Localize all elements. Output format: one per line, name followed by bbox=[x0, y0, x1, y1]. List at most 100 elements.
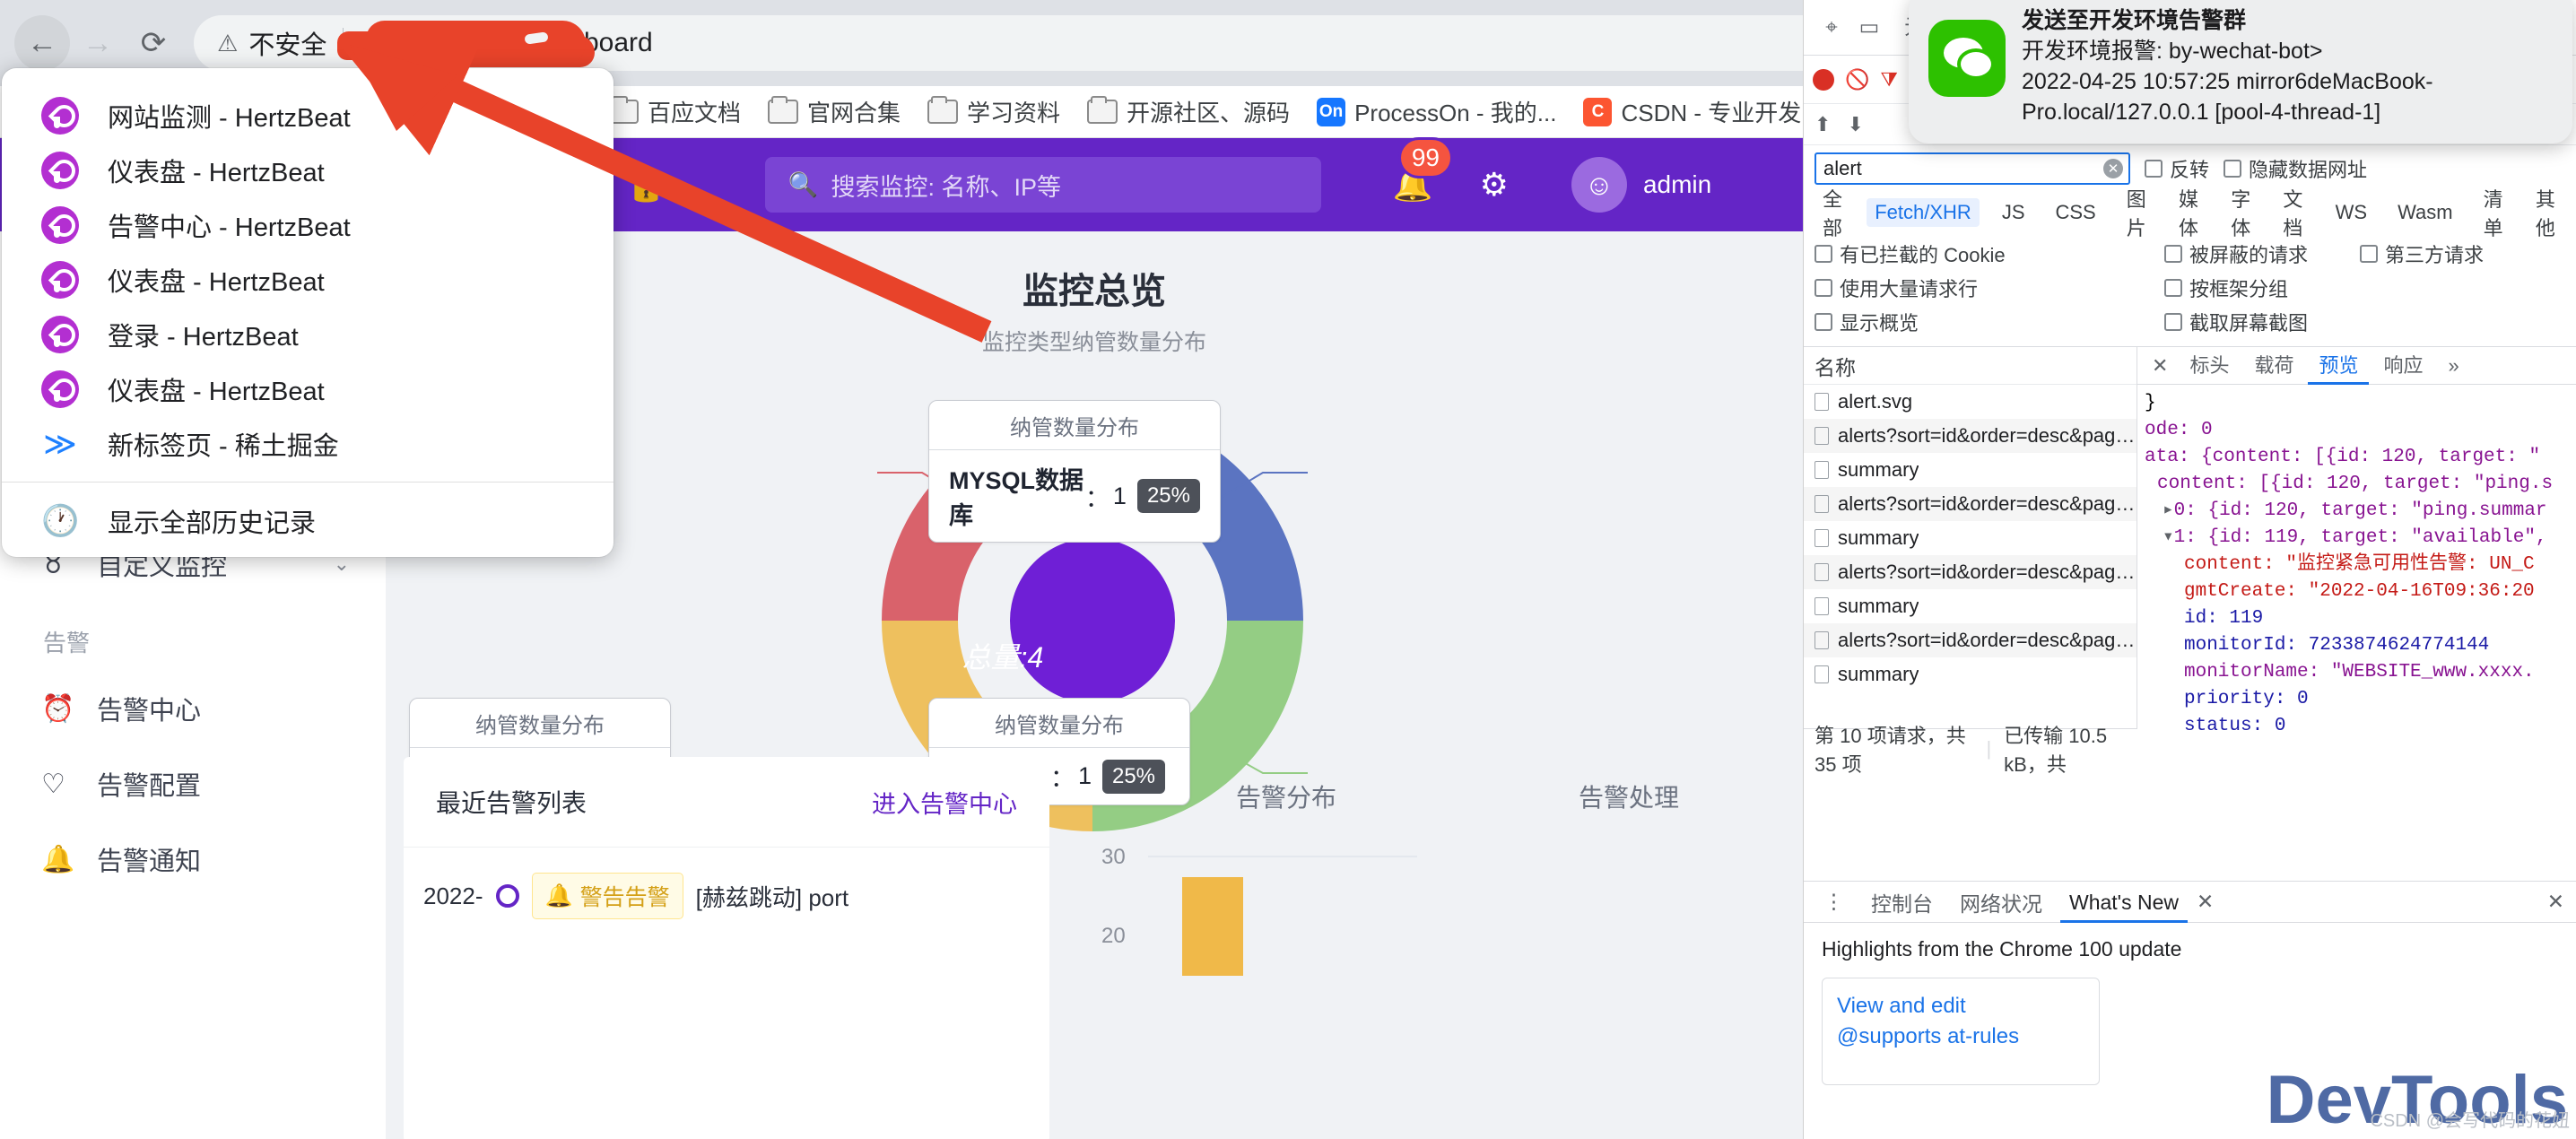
request-row[interactable]: summary bbox=[1804, 657, 2137, 691]
blocked-requests-checkbox[interactable]: 被屏蔽的请求 bbox=[2164, 239, 2344, 268]
type-filter-font[interactable]: 字体 bbox=[2223, 181, 2260, 244]
callout-header: 纳管数量分布 bbox=[929, 401, 1220, 450]
close-icon[interactable]: ✕ bbox=[2547, 890, 2576, 914]
reload-button[interactable]: ⟳ bbox=[126, 15, 181, 71]
type-filter-all[interactable]: 全部 bbox=[1815, 181, 1852, 244]
detail-tabs-overflow-icon[interactable]: » bbox=[2438, 347, 2470, 385]
type-filter-media[interactable]: 媒体 bbox=[2171, 181, 2208, 244]
document-icon bbox=[1815, 529, 1829, 547]
drawer-tab-console[interactable]: 控制台 bbox=[1862, 887, 1942, 917]
type-filter-manifest[interactable]: 清单 bbox=[2476, 181, 2513, 244]
network-options: 有已拦截的 Cookie 被屏蔽的请求 第三方请求 使用大量请求行 bbox=[1804, 233, 2576, 346]
close-tab-icon[interactable]: ✕ bbox=[2197, 890, 2214, 914]
callout-percent: 25% bbox=[1137, 479, 1200, 513]
more-vertical-icon[interactable]: ⋮ bbox=[1815, 890, 1853, 914]
group-by-frame-checkbox[interactable]: 按框架分组 bbox=[2164, 274, 2498, 302]
clear-x-icon[interactable]: ✕ bbox=[2103, 159, 2123, 178]
bookmark-item[interactable]: On ProcessOn - 我的... bbox=[1317, 95, 1556, 128]
hide-data-urls-checkbox[interactable]: 隐藏数据网址 bbox=[2224, 154, 2367, 183]
tab-response[interactable]: 响应 bbox=[2372, 347, 2433, 385]
processon-icon: On bbox=[1317, 98, 1345, 126]
type-filter-ws[interactable]: WS bbox=[2328, 198, 2375, 227]
history-item[interactable]: 仪表盘 - HertzBeat bbox=[2, 143, 614, 197]
request-row[interactable]: alerts?sort=id&order=desc&pageIndex=... bbox=[1804, 555, 2137, 589]
request-row[interactable]: alerts?sort=id&order=desc&pageIndex=... bbox=[1804, 623, 2137, 657]
alert-row[interactable]: 2022- 🔔 警告告警 [赫兹跳动] port bbox=[404, 848, 1049, 944]
third-party-checkbox[interactable]: 第三方请求 bbox=[2360, 239, 2521, 268]
history-item[interactable]: 仪表盘 - HertzBeat bbox=[2, 252, 614, 307]
history-item[interactable]: ≫ 新标签页 - 稀土掘金 bbox=[2, 416, 614, 471]
notification-bell[interactable]: 99 🔔 bbox=[1393, 166, 1433, 204]
status-badge: 🔔 警告告警 bbox=[532, 873, 683, 919]
tab-headers[interactable]: 标头 bbox=[2179, 347, 2240, 385]
user-avatar-icon[interactable]: ☺ bbox=[1571, 157, 1627, 213]
folder-icon bbox=[1087, 100, 1118, 124]
back-button[interactable]: ← bbox=[14, 15, 70, 71]
history-clock-icon: 🕐 bbox=[41, 502, 79, 540]
history-item[interactable]: 仪表盘 - HertzBeat bbox=[2, 361, 614, 416]
drawer-tab-whats-new[interactable]: What's New bbox=[2060, 882, 2188, 923]
alert-bar bbox=[1182, 877, 1243, 976]
request-row[interactable]: summary bbox=[1804, 453, 2137, 487]
type-filter-css[interactable]: CSS bbox=[2048, 198, 2104, 227]
forward-button[interactable]: → bbox=[70, 15, 126, 71]
goto-alert-center-link[interactable]: 进入告警中心 bbox=[872, 785, 1017, 820]
invert-checkbox[interactable]: 反转 bbox=[2145, 154, 2209, 183]
notification-toast[interactable]: 发送至开发环境告警群 开发环境报警: by-wechat-bot> 2022-0… bbox=[1909, 0, 2572, 143]
history-item[interactable]: 网站监测 - HertzBeat bbox=[2, 88, 614, 143]
bookmark-item[interactable]: 官网合集 bbox=[768, 95, 901, 128]
toast-content: 发送至开发环境告警群 开发环境报警: by-wechat-bot> 2022-0… bbox=[2022, 5, 2553, 127]
type-filter-img[interactable]: 图片 bbox=[2119, 181, 2156, 244]
type-filter-wasm[interactable]: Wasm bbox=[2389, 198, 2461, 227]
clear-icon[interactable]: 🚫 bbox=[1845, 68, 1869, 91]
request-row[interactable]: summary bbox=[1804, 521, 2137, 555]
show-overview-checkbox[interactable]: 显示概览 bbox=[1815, 308, 2148, 336]
sidebar-item-alert-center[interactable]: ⏰ 告警中心 bbox=[0, 671, 386, 746]
bookmark-item[interactable]: C CSDN - 专业开发... bbox=[1583, 95, 1820, 128]
bookmark-item[interactable]: 开源社区、源码 bbox=[1087, 95, 1290, 128]
show-all-history-item[interactable]: 🕐 显示全部历史记录 bbox=[2, 493, 614, 548]
type-filter-fetchxhr[interactable]: Fetch/XHR bbox=[1867, 198, 1980, 227]
close-detail-icon[interactable]: ✕ bbox=[2145, 354, 2175, 378]
history-item[interactable]: 登录 - HertzBeat bbox=[2, 307, 614, 361]
search-input[interactable]: 🔍 搜索监控: 名称、IP等 bbox=[765, 157, 1321, 213]
type-filter-js[interactable]: JS bbox=[1994, 198, 2033, 227]
recent-alerts-card: 最近告警列表 进入告警中心 2022- 🔔 警告告警 [赫兹跳动] port bbox=[404, 757, 1049, 1139]
history-item[interactable]: 告警中心 - HertzBeat bbox=[2, 197, 614, 252]
request-row[interactable]: alerts?sort=id&order=desc&pageIndex=... bbox=[1804, 419, 2137, 453]
devtools-panel: ⌖ ▭ 元素 控制台 源代码 网络 » × 1 1 ⚙ ⋮ ✕ 🚫 ⧩ 🔍 bbox=[1803, 0, 2576, 1139]
device-toolbar-icon[interactable]: ▭ bbox=[1850, 9, 1888, 47]
network-filter-input[interactable]: alert ✕ bbox=[1815, 152, 2130, 185]
alert-charts-titles: 告警分布 告警处理 bbox=[1066, 757, 1803, 814]
request-row[interactable]: alert.svg bbox=[1804, 385, 2137, 419]
tab-preview[interactable]: 预览 bbox=[2308, 347, 2369, 385]
export-har-icon[interactable]: ⬇ bbox=[1847, 113, 1863, 136]
sidebar-item-alert-notify[interactable]: 🔔 告警通知 bbox=[0, 822, 386, 897]
big-request-rows-label: 使用大量请求行 bbox=[1840, 274, 1978, 302]
callout-body: MYSQL数据库： 1 25% bbox=[929, 450, 1220, 542]
request-row[interactable]: alerts?sort=id&order=desc&pageIndex=... bbox=[1804, 487, 2137, 521]
type-filter-other[interactable]: 其他 bbox=[2528, 181, 2565, 244]
request-name: alert.svg bbox=[1838, 390, 1912, 413]
inspect-icon[interactable]: ⌖ bbox=[1813, 9, 1850, 47]
filter-icon[interactable]: ⧩ bbox=[1880, 68, 1898, 91]
bookmark-item[interactable]: 百应文档 bbox=[608, 95, 741, 128]
big-request-rows-checkbox[interactable]: 使用大量请求行 bbox=[1815, 274, 2148, 302]
blocked-cookies-checkbox[interactable]: 有已拦截的 Cookie bbox=[1815, 239, 2148, 268]
gear-icon[interactable]: ⚙ bbox=[1480, 166, 1509, 204]
request-row[interactable]: summary bbox=[1804, 589, 2137, 623]
sidebar-item-alert-config[interactable]: ♡ 告警配置 bbox=[0, 746, 386, 822]
bookmark-label: 学习资料 bbox=[967, 95, 1060, 128]
lock-icon[interactable]: 🔒 bbox=[626, 166, 666, 204]
capture-screenshots-checkbox[interactable]: 截取屏幕截图 bbox=[2164, 308, 2498, 336]
bookmark-item[interactable]: 学习资料 bbox=[927, 95, 1060, 128]
record-icon[interactable] bbox=[1813, 69, 1834, 91]
import-har-icon[interactable]: ⬆ bbox=[1815, 113, 1831, 136]
drawer-tab-network-conditions[interactable]: 网络状况 bbox=[1951, 887, 2051, 917]
tab-payload[interactable]: 载荷 bbox=[2243, 347, 2304, 385]
alert-handling-title: 告警处理 bbox=[1579, 778, 1679, 814]
alert-charts-card: 告警分布 告警处理 30 20 bbox=[1066, 757, 1803, 1139]
checkbox bbox=[2164, 279, 2182, 297]
whats-new-card[interactable]: View and edit @supports at-rules bbox=[1822, 978, 2100, 1085]
type-filter-doc[interactable]: 文档 bbox=[2275, 181, 2312, 244]
